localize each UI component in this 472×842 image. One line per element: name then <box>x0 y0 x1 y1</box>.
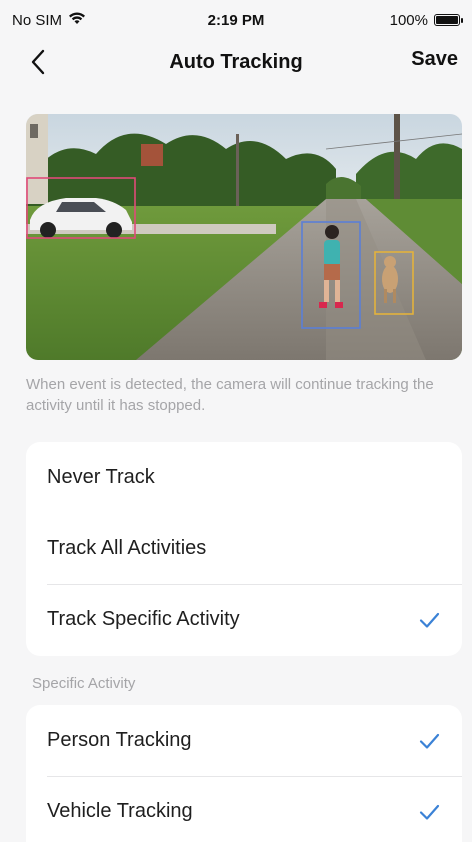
option-label: Person Tracking <box>47 729 192 751</box>
option-never-track[interactable]: Never Track <box>26 442 462 513</box>
chevron-left-icon <box>31 49 45 75</box>
navigation-bar: Auto Tracking Save <box>0 40 472 84</box>
status-time: 2:19 PM <box>207 11 265 29</box>
section-label-specific-activity: Specific Activity <box>32 675 136 692</box>
checkmark-icon <box>419 612 440 628</box>
battery-icon <box>434 14 463 26</box>
checkmark-icon <box>419 733 440 749</box>
option-vehicle-tracking[interactable]: Vehicle Tracking <box>26 776 462 842</box>
camera-preview-image <box>26 114 462 360</box>
option-track-specific-activity[interactable]: Track Specific Activity <box>26 584 462 655</box>
option-person-tracking[interactable]: Person Tracking <box>26 705 462 776</box>
back-button[interactable] <box>22 46 54 78</box>
page-title: Auto Tracking <box>169 50 303 73</box>
checkmark-icon <box>419 804 440 820</box>
option-track-all-activities[interactable]: Track All Activities <box>26 513 462 584</box>
option-label: Vehicle Tracking <box>47 800 193 822</box>
description-text: When event is detected, the camera will … <box>26 376 434 414</box>
specific-activity-card: Person Tracking Vehicle Tracking <box>26 705 462 842</box>
status-bar: No SIM 2:19 PM 100% <box>0 0 472 40</box>
tracking-options-card: Never Track Track All Activities Track S… <box>26 442 462 656</box>
save-button[interactable]: Save <box>411 48 458 71</box>
option-label: Track All Activities <box>47 537 207 559</box>
option-label: Track Specific Activity <box>47 608 240 630</box>
option-label: Never Track <box>47 466 155 488</box>
